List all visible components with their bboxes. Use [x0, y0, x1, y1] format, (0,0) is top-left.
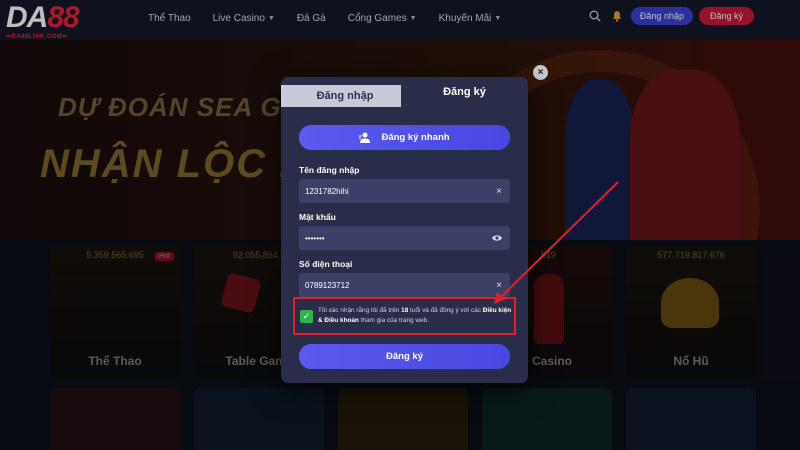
password-field[interactable]: ••••••• [299, 226, 510, 250]
user-add-icon [359, 132, 373, 144]
consent-highlight-box: ✓ Tôi xác nhận rằng tôi đã trên 18 tuổi … [293, 297, 516, 335]
register-modal: Đăng nhập Đăng ký Đăng ký nhanh Tên đăng… [281, 77, 528, 383]
consent-text: Tôi xác nhận rằng tôi đã trên 18 tuổi và… [318, 307, 512, 324]
username-label: Tên đăng nhập [299, 165, 360, 175]
clear-icon[interactable]: × [496, 273, 502, 297]
tab-register[interactable]: Đăng ký [401, 77, 528, 107]
phone-value: 0789123712 [305, 280, 350, 290]
close-modal-button[interactable]: × [533, 65, 548, 80]
quick-register-label: Đăng ký nhanh [381, 132, 450, 143]
eye-icon[interactable] [492, 226, 502, 250]
password-label: Mật khẩu [299, 212, 336, 222]
username-value: 1231782hihi [305, 186, 349, 196]
quick-register-button[interactable]: Đăng ký nhanh [299, 125, 510, 150]
tab-login[interactable]: Đăng nhập [281, 85, 409, 107]
username-field[interactable]: 1231782hihi × [299, 179, 510, 203]
auth-tabs: Đăng nhập Đăng ký [281, 77, 528, 107]
consent-checkbox[interactable]: ✓ [300, 310, 313, 323]
phone-field[interactable]: 0789123712 × [299, 273, 510, 297]
phone-label: Số điện thoại [299, 259, 353, 269]
clear-icon[interactable]: × [496, 179, 502, 203]
password-value: ••••••• [305, 233, 325, 243]
register-submit-button[interactable]: Đăng ký [299, 344, 510, 369]
